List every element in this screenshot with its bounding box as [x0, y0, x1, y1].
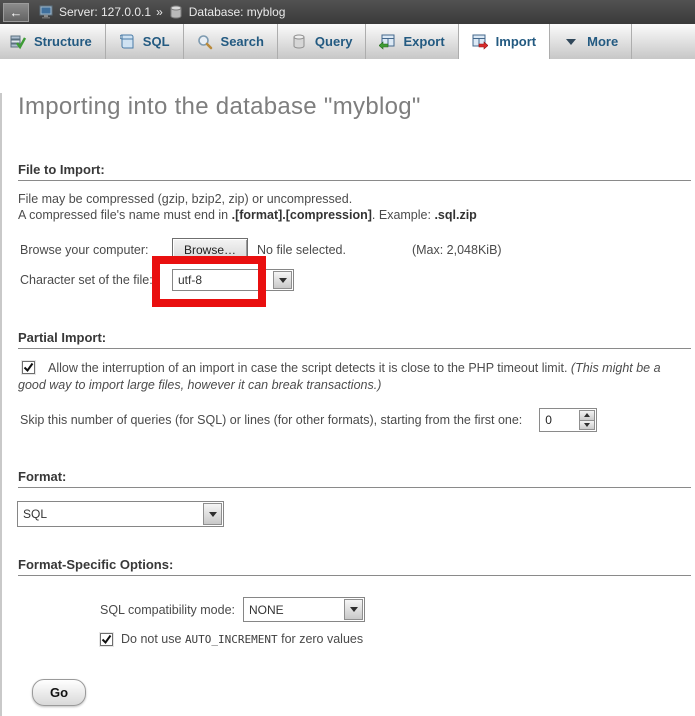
check-icon	[23, 362, 34, 373]
format-select-value: SQL	[18, 502, 202, 526]
sql-compatibility-value: NONE	[244, 598, 343, 621]
main-content: Importing into the database "myblog" Fil…	[0, 93, 695, 716]
tab-sql[interactable]: SQL	[106, 24, 184, 59]
chevron-down-icon	[563, 34, 579, 50]
search-icon	[197, 34, 213, 50]
breadcrumb-database[interactable]: Database: myblog	[189, 5, 286, 19]
tab-label: Search	[221, 34, 264, 49]
no-file-selected-text: No file selected.	[257, 243, 346, 257]
tab-import[interactable]: Import	[459, 24, 550, 59]
skip-queries-row: Skip this number of queries (for SQL) or…	[20, 408, 695, 432]
database-icon	[168, 4, 184, 20]
zero-values-label: Do not use AUTO_INCREMENT for zero value…	[121, 632, 363, 646]
tab-export[interactable]: Export	[366, 24, 458, 59]
sql-compatibility-label: SQL compatibility mode:	[100, 603, 235, 617]
tab-search[interactable]: Search	[184, 24, 278, 59]
tab-strip: Structure SQL Search Query	[0, 24, 695, 59]
zero-values-row: Do not use AUTO_INCREMENT for zero value…	[100, 632, 695, 646]
back-button[interactable]: ←	[3, 3, 29, 22]
query-icon	[291, 34, 307, 50]
browse-button[interactable]: Browse…	[172, 238, 248, 262]
breadcrumb: Server: 127.0.0.1 » Database: myblog	[38, 4, 285, 20]
tab-label: Export	[403, 34, 444, 49]
sql-icon	[119, 34, 135, 50]
spinner-up-button[interactable]	[579, 410, 595, 421]
allow-interruption-row: Allow the interruption of an import in c…	[18, 360, 679, 394]
compression-note: File may be compressed (gzip, bzip2, zip…	[18, 191, 691, 223]
tab-more[interactable]: More	[550, 24, 632, 59]
browse-label: Browse your computer:	[20, 243, 172, 257]
section-heading-format: Format:	[18, 469, 691, 488]
export-icon	[379, 34, 395, 50]
tab-query[interactable]: Query	[278, 24, 367, 59]
tab-label: Query	[315, 34, 353, 49]
tab-label: More	[587, 34, 618, 49]
section-heading-partial-import: Partial Import:	[18, 330, 691, 349]
select-arrow-icon[interactable]	[344, 599, 363, 620]
server-icon	[38, 4, 54, 20]
breadcrumb-server[interactable]: Server: 127.0.0.1	[59, 5, 151, 19]
max-size-note: (Max: 2,048KiB)	[412, 243, 502, 257]
browse-row: Browse your computer: Browse… No file se…	[20, 238, 695, 262]
check-icon	[101, 634, 112, 645]
spinner-down-button[interactable]	[579, 421, 595, 431]
skip-queries-label: Skip this number of queries (for SQL) or…	[20, 413, 522, 427]
structure-icon	[10, 34, 26, 50]
sql-compatibility-select[interactable]: NONE	[243, 597, 365, 622]
tab-label: Structure	[34, 34, 92, 49]
format-select[interactable]: SQL	[17, 501, 224, 527]
charset-row: Character set of the file: utf-8	[20, 269, 695, 291]
tab-structure[interactable]: Structure	[0, 24, 106, 59]
breadcrumb-bar: ← Server: 127.0.0.1 » Database: myblog	[0, 0, 695, 24]
zero-values-checkbox[interactable]	[100, 633, 113, 646]
charset-select-value: utf-8	[173, 270, 272, 290]
sql-compatibility-row: SQL compatibility mode: NONE	[100, 597, 695, 622]
allow-interruption-label: Allow the interruption of an import in c…	[48, 361, 571, 375]
section-heading-file-to-import: File to Import:	[18, 162, 691, 181]
section-heading-format-options: Format-Specific Options:	[18, 557, 691, 576]
import-icon	[472, 34, 488, 50]
select-arrow-icon[interactable]	[203, 503, 222, 525]
go-button[interactable]: Go	[32, 679, 86, 706]
charset-select[interactable]: utf-8	[172, 269, 294, 291]
allow-interruption-checkbox[interactable]	[22, 361, 35, 374]
charset-label: Character set of the file:	[20, 273, 172, 287]
skip-queries-value: 0	[540, 409, 578, 431]
tab-label: Import	[496, 34, 536, 49]
tab-label: SQL	[143, 34, 170, 49]
breadcrumb-separator: »	[156, 5, 163, 19]
page-title: Importing into the database "myblog"	[18, 93, 695, 121]
skip-queries-input[interactable]: 0	[539, 408, 597, 432]
select-arrow-icon[interactable]	[273, 271, 292, 289]
